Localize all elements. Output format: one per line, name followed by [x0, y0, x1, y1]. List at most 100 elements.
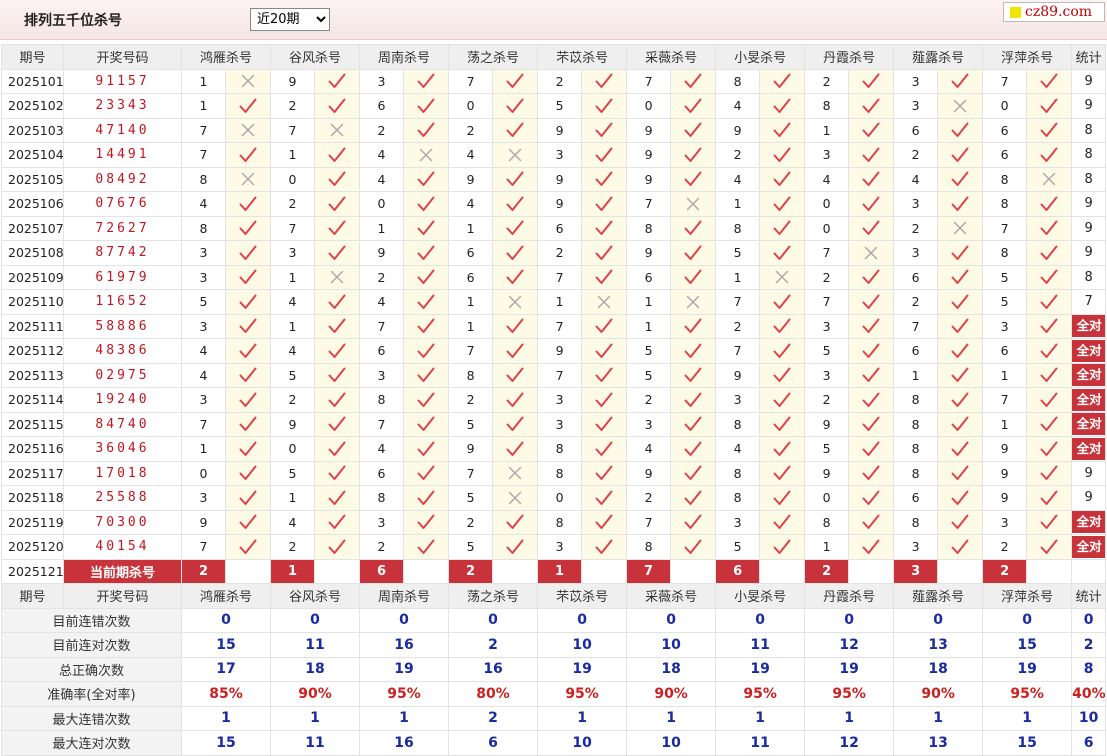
- kill-number: 8: [715, 215, 761, 241]
- check-icon: [759, 485, 806, 511]
- kill-number: 8: [982, 166, 1028, 192]
- kill-number: 2: [804, 264, 850, 290]
- stat-cell: 8: [1071, 117, 1107, 143]
- summary-value: 90%: [270, 681, 361, 707]
- check-icon: [492, 215, 539, 241]
- header-stats: 统计: [1071, 44, 1107, 70]
- kill-number: 7: [982, 387, 1028, 413]
- current-kill-number: 7: [626, 558, 672, 584]
- stat-cell: 9: [1071, 485, 1107, 511]
- kill-number: 6: [626, 264, 672, 290]
- cross-icon: [937, 93, 984, 119]
- kill-number: 9: [537, 191, 583, 217]
- check-icon: [759, 68, 806, 94]
- kill-number: 3: [181, 313, 226, 339]
- check-icon: [403, 338, 450, 364]
- check-icon: [937, 166, 984, 192]
- top-bar: 排列五千位杀号 近20期 cz89.com: [0, 0, 1107, 40]
- summary-value: 11: [270, 632, 361, 658]
- all-correct-badge: 全对: [1072, 388, 1105, 411]
- table-body: 期号 开奖号码 鸿雁杀号 谷风杀号 周南杀号 荡之杀号 芣苡杀号 采薇杀号 小旻杀号 丹霞杀号 薤露…: [1, 44, 1107, 756]
- check-icon: [1026, 68, 1073, 94]
- kill-number: 4: [893, 166, 939, 192]
- draw-numbers: 17018: [63, 460, 182, 486]
- kill-number: 5: [270, 362, 316, 388]
- kill-number: 5: [448, 534, 494, 560]
- check-icon: [670, 411, 717, 437]
- check-icon: [937, 485, 984, 511]
- period-select[interactable]: 近20期: [250, 8, 330, 31]
- table-row: 2025112 48386 4 4 6 7 9 5 7 5 6 6 全对: [1, 338, 1107, 364]
- period-cell: 2025119: [1, 509, 64, 535]
- check-icon: [581, 191, 628, 217]
- check-icon: [1026, 313, 1073, 339]
- summary-value: 90%: [893, 681, 984, 707]
- draw-numbers: 11652: [63, 289, 182, 315]
- check-icon: [848, 191, 895, 217]
- summary-label: 最大连对次数: [1, 730, 182, 756]
- check-icon: [314, 93, 361, 119]
- check-icon: [937, 313, 984, 339]
- cross-icon: [937, 215, 984, 241]
- period-cell: 2025105: [1, 166, 64, 192]
- check-icon: [314, 436, 361, 462]
- check-icon: [492, 240, 539, 266]
- kill-number: 1: [448, 289, 494, 315]
- period-cell: 2025120: [1, 534, 64, 560]
- kill-number: 4: [181, 362, 226, 388]
- check-icon: [670, 240, 717, 266]
- kill-number: 8: [537, 509, 583, 535]
- check-icon: [848, 166, 895, 192]
- kill-number: 9: [537, 166, 583, 192]
- stat-cell: 7: [1071, 289, 1107, 315]
- brand-logo[interactable]: cz89.com: [1003, 2, 1105, 22]
- table-row: 2025113 02975 4 5 3 8 7 5 9 3 1 1 全对: [1, 362, 1107, 388]
- check-icon: [314, 191, 361, 217]
- kill-number: 1: [982, 411, 1028, 437]
- summary-value: 0: [270, 607, 361, 633]
- draw-numbers: 70300: [63, 509, 182, 535]
- check-icon: [403, 362, 450, 388]
- check-icon: [224, 191, 272, 217]
- table-row: 2025107 72627 8 7 1 1 6 8 8 0 2 7 9: [1, 215, 1107, 241]
- kill-number: 2: [893, 289, 939, 315]
- kill-number: 6: [982, 142, 1028, 168]
- kill-number: 0: [804, 485, 850, 511]
- current-stat-empty: [1071, 558, 1107, 584]
- draw-numbers: 91157: [63, 68, 182, 94]
- cross-icon: [224, 166, 272, 192]
- current-kill-number: 2: [181, 558, 226, 584]
- check-icon: [759, 338, 806, 364]
- draw-numbers: 47140: [63, 117, 182, 143]
- kill-number: 6: [359, 338, 405, 364]
- check-icon: [759, 387, 806, 413]
- check-icon: [670, 215, 717, 241]
- draw-numbers: 23343: [63, 93, 182, 119]
- kill-number: 1: [537, 289, 583, 315]
- cross-icon: [492, 289, 539, 315]
- kill-number: 5: [537, 93, 583, 119]
- current-kill-number: 2: [804, 558, 850, 584]
- stat-cell: 8: [1071, 264, 1107, 290]
- period-cell: 2025114: [1, 387, 64, 413]
- check-icon: [670, 387, 717, 413]
- check-icon: [670, 509, 717, 535]
- kill-number: 5: [448, 411, 494, 437]
- kill-number: 9: [181, 509, 226, 535]
- header-expert: 谷风杀号: [270, 583, 361, 609]
- check-icon: [314, 362, 361, 388]
- check-icon: [848, 215, 895, 241]
- summary-total: 8: [1071, 656, 1107, 682]
- check-icon: [224, 460, 272, 486]
- check-icon: [403, 460, 450, 486]
- kill-number: 9: [537, 117, 583, 143]
- kill-number: 7: [270, 215, 316, 241]
- draw-numbers: 25588: [63, 485, 182, 511]
- current-kill-number: 6: [715, 558, 761, 584]
- summary-value: 0: [359, 607, 450, 633]
- all-correct-badge: 全对: [1072, 437, 1105, 460]
- summary-value: 16: [359, 730, 450, 756]
- kill-number: 5: [804, 436, 850, 462]
- kill-number: 8: [893, 387, 939, 413]
- kill-number: 3: [626, 411, 672, 437]
